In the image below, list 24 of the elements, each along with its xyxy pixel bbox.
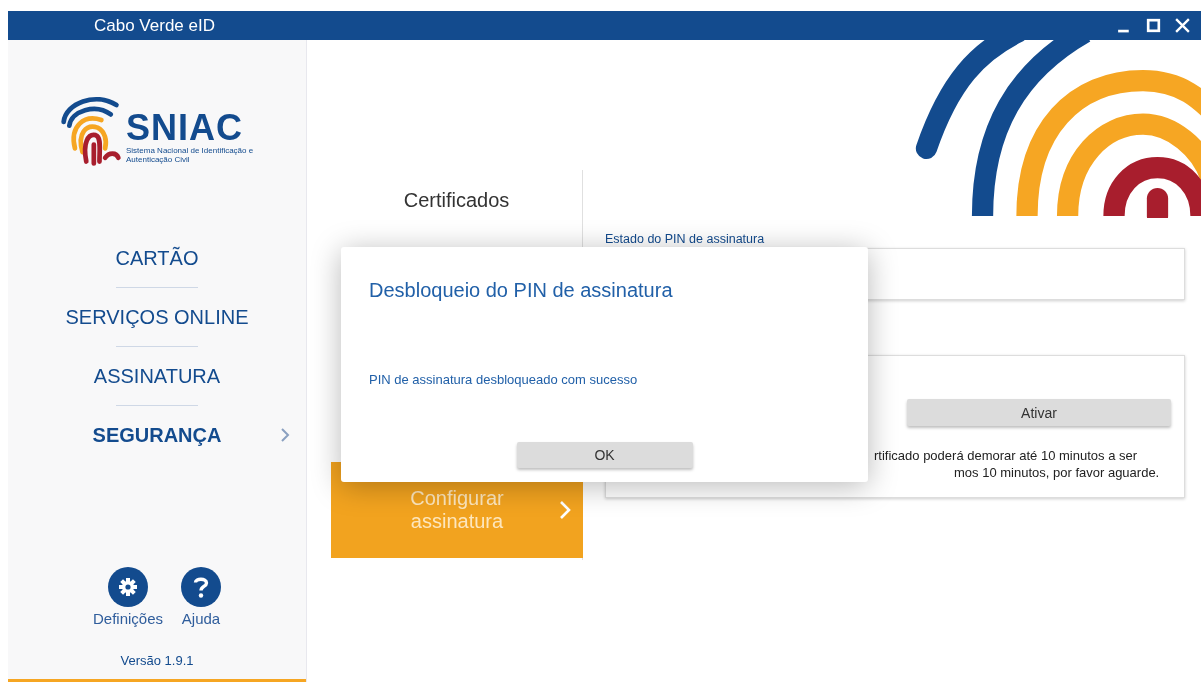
settings-icon[interactable] xyxy=(108,567,148,607)
chevron-icon xyxy=(559,500,571,520)
window-title: Cabo Verde eID xyxy=(94,15,215,36)
nav-item[interactable]: CARTÃO xyxy=(115,247,199,270)
footer-link[interactable]: Definições xyxy=(92,610,163,627)
nav-item[interactable]: SEGURANÇA xyxy=(92,424,222,447)
chevron-icon xyxy=(280,427,290,443)
logo-subtitle: Sistema Nacional de Identificação e Autenticação Civil xyxy=(126,145,255,165)
dialog-title: Desbloqueio do PIN de assinatura xyxy=(369,279,674,302)
activate-button[interactable]: Ativar xyxy=(907,399,1171,426)
submenu-item[interactable]: Certificados xyxy=(331,170,582,230)
note-text: rtificado poderá demorar até 10 minutos a ser xyxy=(874,448,1138,463)
maximize-icon[interactable] xyxy=(1145,17,1162,34)
version-label: Versão 1.9.1 xyxy=(120,653,194,668)
footer-link[interactable]: Ajuda xyxy=(181,610,221,627)
logo-wordmark: SNIAC xyxy=(126,109,244,146)
close-icon[interactable] xyxy=(1174,17,1191,34)
nav-item[interactable]: ASSINATURA xyxy=(93,365,221,388)
help-icon[interactable] xyxy=(181,567,221,607)
nav-item[interactable]: SERVIÇOS ONLINE xyxy=(65,306,249,329)
field-label: Estado do PIN de assinatura xyxy=(605,232,766,246)
note-text: mos 10 minutos, por favor aguarde. xyxy=(954,465,1160,480)
dialog-message: PIN de assinatura desbloqueado com sucesso xyxy=(369,372,639,387)
ok-button[interactable]: OK xyxy=(516,442,693,468)
